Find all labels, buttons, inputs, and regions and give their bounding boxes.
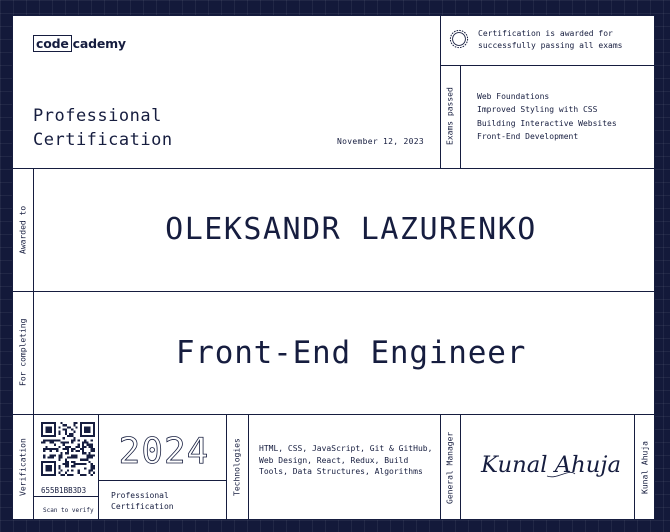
divider-year <box>98 480 226 481</box>
year-text: 2024 <box>119 431 209 472</box>
exam-item: Improved Styling with CSS <box>477 105 598 115</box>
exam-item: Web Foundations <box>477 92 550 101</box>
recipient-name: OLEKSANDR LAZURENKO <box>165 212 537 247</box>
exams-list: Web Foundations Improved Styling with CS… <box>477 90 617 143</box>
logo-cademy: cademy <box>72 36 126 51</box>
codecademy-logo: code cademy <box>33 35 126 52</box>
badge-description: Certification is awarded for successfull… <box>478 28 623 52</box>
badge-text-line-2: successfully passing all exams <box>478 41 623 50</box>
divider-badge <box>440 65 654 66</box>
cert-type-line-2: Certification <box>111 502 174 511</box>
manager-name: Kunal Ahuja <box>640 441 650 494</box>
rosette-badge-icon <box>449 29 469 49</box>
for-completing-label: For completing <box>18 318 28 387</box>
exams-passed-label: Exams passed <box>445 87 455 146</box>
divider-side-labels <box>33 168 34 519</box>
certification-year: 2024 <box>119 431 209 473</box>
certificate: code cademy Professional Certification No… <box>12 15 655 520</box>
divider-course <box>13 414 654 415</box>
divider-scan <box>33 496 98 497</box>
exam-item: Building Interactive Websites <box>477 118 617 128</box>
issue-date: November 12, 2023 <box>337 137 424 146</box>
certificate-title: Professional Certification <box>33 104 173 152</box>
awarded-to-label: Awarded to <box>18 205 28 254</box>
divider-manager-label <box>460 414 461 519</box>
signature-text: Kunal Ahuja <box>480 453 621 478</box>
verification-label: Verification <box>18 438 28 497</box>
badge-text-line-1: Certification is awarded for <box>478 29 613 38</box>
divider-tech-label <box>248 414 249 519</box>
qr-code-icon[interactable] <box>41 422 95 476</box>
technologies-list: HTML, CSS, JavaScript, Git & GitHub, Web… <box>259 444 433 476</box>
scan-to-verify: Scan to verify <box>43 507 94 514</box>
logo-code: code <box>33 35 72 52</box>
divider-qr <box>98 414 99 519</box>
certification-type: Professional Certification <box>111 490 174 512</box>
course-name: Front-End Engineer <box>175 335 527 371</box>
cert-type-line-1: Professional <box>111 491 169 500</box>
verification-code: 655B1BB3D3 <box>41 486 87 495</box>
technologies-label: Technologies <box>232 438 242 497</box>
signature: Kunal Ahuja <box>480 453 621 478</box>
exam-item: Front-End Development <box>477 131 579 141</box>
title-line-1: Professional <box>33 106 162 126</box>
general-manager-label: General Manager <box>445 431 455 504</box>
divider-exams-label <box>460 65 461 168</box>
title-line-2: Certification <box>33 130 173 150</box>
